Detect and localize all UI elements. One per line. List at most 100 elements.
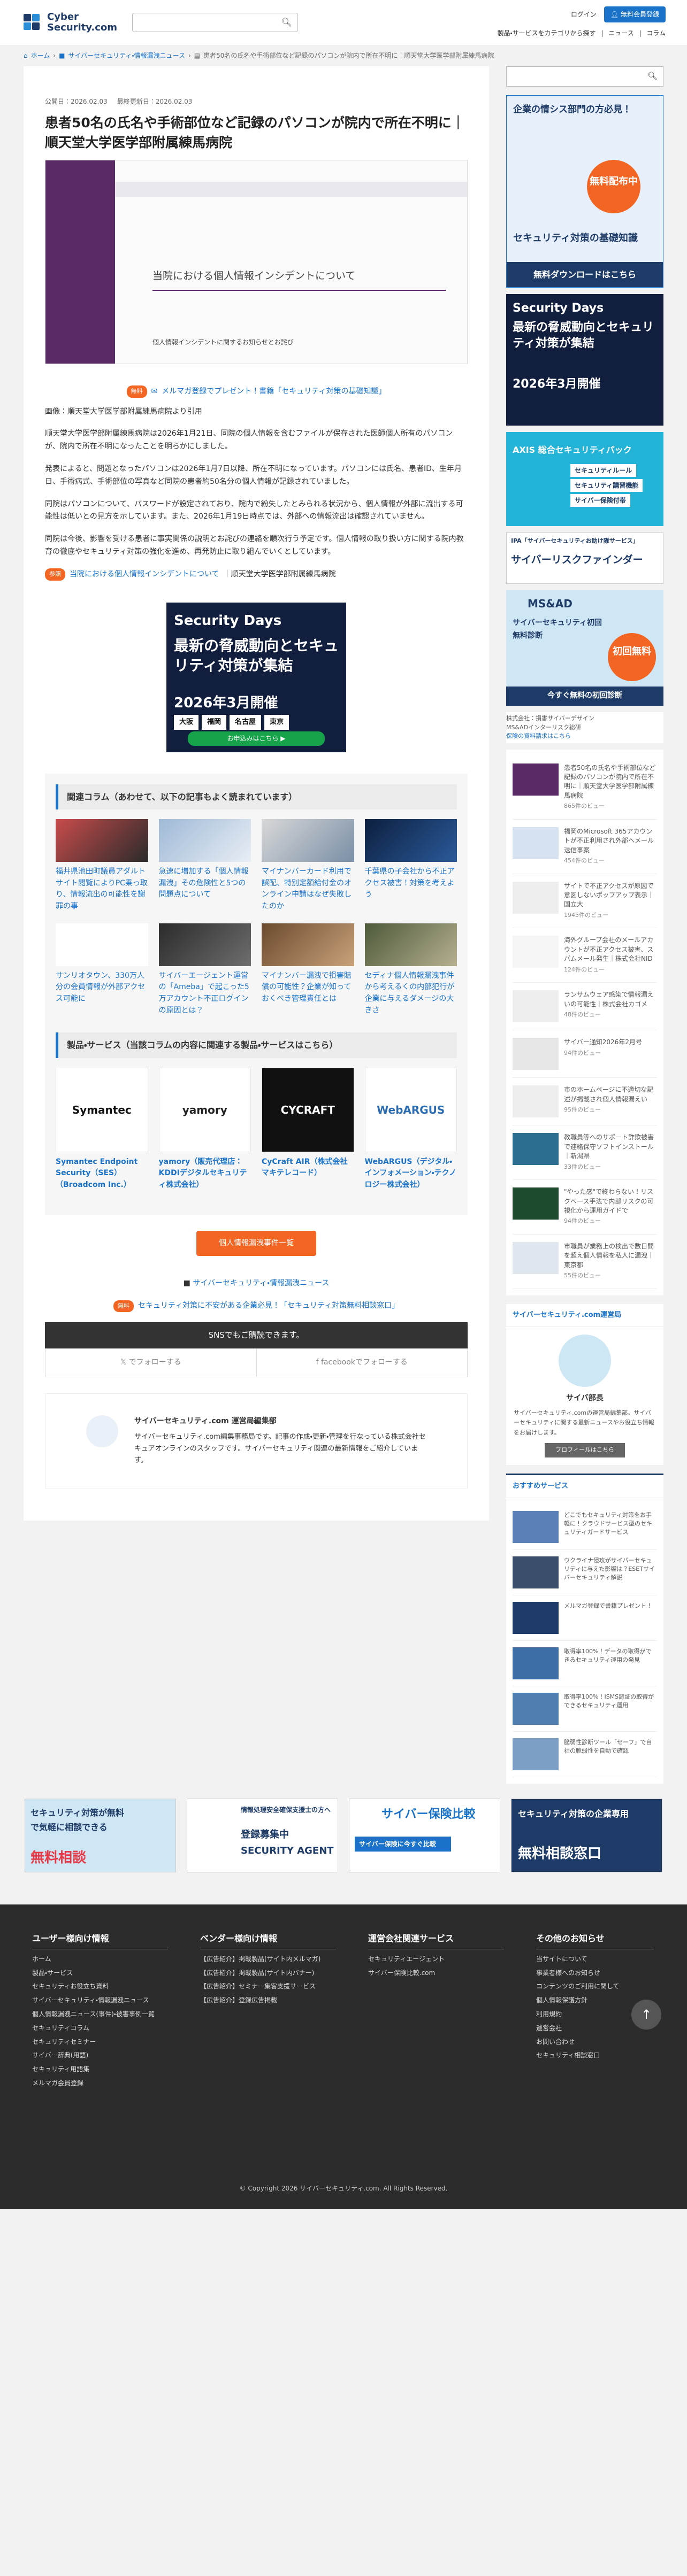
- news-title[interactable]: サイトで不正アクセスが原因で意図しないポップアップ表示｜国立大: [564, 882, 657, 909]
- news-title[interactable]: "やった感"で終わらない！リスクベース手法で内部リスクの可視化から運用ガイドで: [564, 1187, 657, 1215]
- recommend-item[interactable]: 取得率100%！ISMS認証の取得ができるセキュリティ運用: [513, 1686, 657, 1732]
- nav-category-search[interactable]: 製品・サービスをカテゴリから探す: [497, 29, 596, 37]
- recommend-text[interactable]: メルマガ登録で書籍プレゼント！: [564, 1602, 652, 1634]
- news-item[interactable]: "やった感"で終わらない！リスクベース手法で内部リスクの可視化から運用ガイドで 9…: [513, 1180, 657, 1235]
- reference-link[interactable]: 参照 当院における個人情報インシデントについて ｜順天堂大学医学部附属練馬病院: [45, 568, 468, 581]
- product-card[interactable]: CYCRAFT CyCraft AIR（株式会社マキテレコード）: [262, 1067, 354, 1191]
- footer-link[interactable]: セキュリティお役立ち資料: [32, 1980, 168, 1994]
- ad1-cta[interactable]: 無料ダウンロードはこちら: [507, 261, 663, 287]
- recommend-text[interactable]: 脆弱性診断ツール「セーフ」で自社の脆弱性を自動で確認: [564, 1738, 657, 1770]
- sidebar-ad-msad[interactable]: MS&AD サイバーセキュリティ初回無料診断 初回無料 今すぐ無料の初回診断: [506, 590, 663, 706]
- footer-link[interactable]: セキュリティコラム: [32, 2022, 168, 2035]
- column-card[interactable]: マイナンバー漏洩で損害賠償の可能性？企業が知っておくべき管理責任とは: [262, 923, 354, 1017]
- footer-link[interactable]: サイバー辞典(用語): [32, 2049, 168, 2063]
- column-card[interactable]: 福井県池田町議員アダルトサイト閲覧によりPC乗っ取り、情報流出の可能性を謝罪の事: [56, 819, 148, 913]
- mailmag-promo[interactable]: 無料 ✉ メルマガ登録でプレゼント！書籍「セキュリティ対策の基礎知識」: [45, 385, 468, 398]
- column-card[interactable]: マイナンバーカード利用で誤配、特別定額給付金のオンライン申請はなぜ失敗したのか: [262, 819, 354, 913]
- header-search-input[interactable]: 🔍︎: [132, 13, 299, 32]
- search-icon[interactable]: 🔍︎: [281, 15, 292, 29]
- footer-link[interactable]: セキュリティ相談窓口: [536, 2049, 654, 2063]
- category-link[interactable]: ■ サイバーセキュリティ・情報漏洩ニュース: [45, 1277, 468, 1290]
- recommend-item[interactable]: メルマガ登録で書籍プレゼント！: [513, 1595, 657, 1641]
- product-name[interactable]: yamory（販売代理店：KDDIデジタルセキュリティ株式会社）: [159, 1156, 251, 1191]
- column-card[interactable]: 急速に増加する「個人情報漏洩」その危険性と5つの問題点について: [158, 819, 251, 913]
- recommend-text[interactable]: 取得率100%！データの取得ができるセキュリティ運用の発見: [564, 1647, 657, 1679]
- column-title[interactable]: セディナ個人情報漏洩事件から考えるくの内部犯行が企業に与えるダメージの大きさ: [365, 970, 457, 1017]
- footer-link[interactable]: 【広告紹介】セミナー集客支援サービス: [200, 1980, 336, 1994]
- site-logo[interactable]: Cyber Security.com: [21, 12, 117, 33]
- footer-link[interactable]: 製品・サービス: [32, 1966, 168, 1980]
- news-title[interactable]: 患者50名の氏名や手術部位など記録のパソコンが院内で所在不明に｜順天堂大学医学部…: [564, 763, 657, 801]
- recommend-item[interactable]: 取得率100%！データの取得ができるセキュリティ運用の発見: [513, 1641, 657, 1686]
- author-name[interactable]: サイバーセキュリティ.com 運営局編集部: [134, 1415, 426, 1428]
- column-title[interactable]: 福井県池田町議員アダルトサイト閲覧によりPC乗っ取り、情報流出の可能性を謝罪の事: [56, 866, 148, 913]
- recommend-text[interactable]: ウクライナ侵攻がサイバーセキュリティに与えた影響は？ESETサイバーセキュリティ…: [564, 1556, 657, 1588]
- news-item[interactable]: ランサムウェア感染で情報漏えいの可能性｜株式会社カゴメ 48件のビュー: [513, 983, 657, 1031]
- product-card[interactable]: Symantec Symantec Endpoint Security（SES）…: [56, 1067, 148, 1191]
- news-item[interactable]: 市職員が業務上の検出で数日間を超え個人情報を私人に漏洩｜東京都 55件のビュー: [513, 1235, 657, 1289]
- sidebar-ad-guidebook[interactable]: 企業の情シス部門の方必見！ 無料配布中 セキュリティ対策の基礎知識 無料ダウンロ…: [506, 95, 663, 288]
- sidebar-ad-axis[interactable]: AXIS 総合セキュリティパック セキュリティルール セキュリティ講習機能 サイ…: [506, 432, 663, 526]
- nav-news[interactable]: ニュース: [608, 29, 633, 37]
- scroll-to-top-button[interactable]: ↑: [631, 2000, 661, 2030]
- column-card[interactable]: 千葉県の子会社から不正アクセス被害！対策を考えよう: [364, 819, 457, 913]
- news-item[interactable]: サイトで不正アクセスが原因で意図しないポップアップ表示｜国立大 1945件のビュー: [513, 874, 657, 929]
- footer-link[interactable]: セキュリティセミナー: [32, 2035, 168, 2049]
- ad-cta[interactable]: お申込みはこちら ▶: [188, 731, 325, 746]
- footer-link[interactable]: セキュリティエージェント: [368, 1953, 504, 1966]
- sidebar-ad-risk-finder[interactable]: IPA「サイバーセキュリティお助け隊サービス」 サイバーリスクファインダー: [506, 533, 663, 584]
- product-card[interactable]: yamory yamory（販売代理店：KDDIデジタルセキュリティ株式会社）: [158, 1067, 251, 1191]
- product-name[interactable]: CyCraft AIR（株式会社マキテレコード）: [262, 1156, 354, 1179]
- footer-link[interactable]: 事業者様へのお知らせ: [536, 1966, 654, 1980]
- footer-link[interactable]: 当サイトについて: [536, 1953, 654, 1966]
- footer-link[interactable]: ホーム: [32, 1953, 168, 1966]
- consult-link[interactable]: 無料 セキュリティ対策に不安がある企業必見！「セキュリティ対策無料相談窓口」: [45, 1300, 468, 1313]
- footer-link[interactable]: セキュリティ用語集: [32, 2063, 168, 2077]
- column-title[interactable]: 急速に増加する「個人情報漏洩」その危険性と5つの問題点について: [159, 866, 251, 901]
- recommend-item[interactable]: ウクライナ侵攻がサイバーセキュリティに与えた影響は？ESETサイバーセキュリティ…: [513, 1550, 657, 1595]
- consult-link-text[interactable]: セキュリティ対策に不安がある企業必見！「セキュリティ対策無料相談窓口」: [138, 1300, 399, 1313]
- recommend-text[interactable]: 取得率100%！ISMS認証の取得ができるセキュリティ運用: [564, 1693, 657, 1725]
- ad5-cta[interactable]: 今すぐ無料の初回診断: [506, 687, 663, 706]
- recommend-item[interactable]: 脆弱性診断ツール「セーフ」で自社の脆弱性を自動で確認: [513, 1732, 657, 1777]
- news-item[interactable]: 海外グループ会社のメールアカウントが不正アクセス被害、スパムメール発生｜株式会社…: [513, 928, 657, 983]
- promo-link[interactable]: メルマガ登録でプレゼント！書籍「セキュリティ対策の基礎知識」: [162, 385, 386, 398]
- news-item[interactable]: 教職員等へのサポート詐欺被害で連絡保守ソフトインストール｜新潟県 33件のビュー: [513, 1125, 657, 1181]
- news-title[interactable]: 市職員が業務上の検出で数日間を超え個人情報を私人に漏洩｜東京都: [564, 1242, 657, 1270]
- news-item[interactable]: 患者50名の氏名や手術部位など記録のパソコンが院内で所在不明に｜順天堂大学医学部…: [513, 756, 657, 820]
- footer-link[interactable]: お問い合わせ: [536, 2035, 654, 2049]
- footer-link[interactable]: 【広告紹介】掲載製品(サイト内バナー): [200, 1966, 336, 1980]
- login-link[interactable]: ログイン: [571, 9, 597, 20]
- reference-link-text[interactable]: 当院における個人情報インシデントについて: [70, 568, 219, 581]
- footer-link[interactable]: サイバー保険比較.com: [368, 1966, 504, 1980]
- security-days-ad[interactable]: Security Days 最新の脅威動向とセキュリティ対策が集結 2026年3…: [166, 602, 346, 752]
- news-item[interactable]: 福岡のMicrosoft 365アカウントが不正利用され外部へメール送信事案 45…: [513, 820, 657, 874]
- column-card[interactable]: セディナ個人情報漏洩事件から考えるくの内部犯行が企業に与えるダメージの大きさ: [364, 923, 457, 1017]
- facebook-follow-button[interactable]: f facebookでフォローする: [256, 1349, 468, 1377]
- category-link-text[interactable]: サイバーセキュリティ・情報漏洩ニュース: [193, 1279, 329, 1287]
- column-card[interactable]: サイバーエージェント運営の「Ameba」で起こった5万アカウント不正ログインの原…: [158, 923, 251, 1017]
- news-title[interactable]: ランサムウェア感染で情報漏えいの可能性｜株式会社カゴメ: [564, 990, 657, 1009]
- recommend-item[interactable]: どこでもセキュリティ対策をお手軽に！クラウドサービス型のセキュリティガードサービ…: [513, 1505, 657, 1550]
- banner-cyber-insurance[interactable]: サイバー保険比較 サイバー保険に今すぐ比較: [349, 1798, 500, 1872]
- product-card[interactable]: WebARGUS WebARGUS（デジタル・インフォメーション・テクノロジー株…: [364, 1067, 457, 1191]
- banner-enterprise-consult[interactable]: セキュリティ対策の企業専用 無料相談窓口: [511, 1798, 662, 1872]
- product-name[interactable]: WebARGUS（デジタル・インフォメーション・テクノロジー株式会社）: [365, 1156, 457, 1191]
- column-title[interactable]: サイバーエージェント運営の「Ameba」で起こった5万アカウント不正ログインの原…: [159, 970, 251, 1017]
- column-title[interactable]: サンリオタウン、330万人分の会員情報が外部アクセス可能に: [56, 970, 148, 1005]
- column-title[interactable]: マイナンバーカード利用で誤配、特別定額給付金のオンライン申請はなぜ失敗したのか: [262, 866, 354, 913]
- incident-list-button[interactable]: 個人情報漏洩事件一覧: [196, 1230, 316, 1256]
- nav-column[interactable]: コラム: [646, 29, 666, 37]
- footer-link[interactable]: 個人情報漏洩ニュース(事件)・被害事例一覧: [32, 2008, 168, 2022]
- news-item[interactable]: サイバー通知2026年2月号 94件のビュー: [513, 1030, 657, 1078]
- recommend-text[interactable]: どこでもセキュリティ対策をお手軽に！クラウドサービス型のセキュリティガードサービ…: [564, 1511, 657, 1543]
- sidebar-search-input[interactable]: 🔍︎: [506, 66, 663, 87]
- footer-link[interactable]: コンテンツのご利用に関して: [536, 1980, 654, 1994]
- banner-free-consult[interactable]: セキュリティ対策が無料で気軽に相談できる 無料相談: [25, 1798, 176, 1872]
- news-title[interactable]: 海外グループ会社のメールアカウントが不正アクセス被害、スパムメール発生｜株式会社…: [564, 936, 657, 963]
- footer-link[interactable]: 【広告紹介】登録広告掲載: [200, 1994, 336, 2008]
- free-register-button[interactable]: 👤︎ 無料会員登録: [604, 6, 666, 22]
- profile-button[interactable]: プロフィールはこちら: [545, 1443, 625, 1457]
- breadcrumb-category[interactable]: サイバーセキュリティ・情報漏洩ニュース: [68, 50, 185, 61]
- column-title[interactable]: マイナンバー漏洩で損害賠償の可能性？企業が知っておくべき管理責任とは: [262, 970, 354, 1005]
